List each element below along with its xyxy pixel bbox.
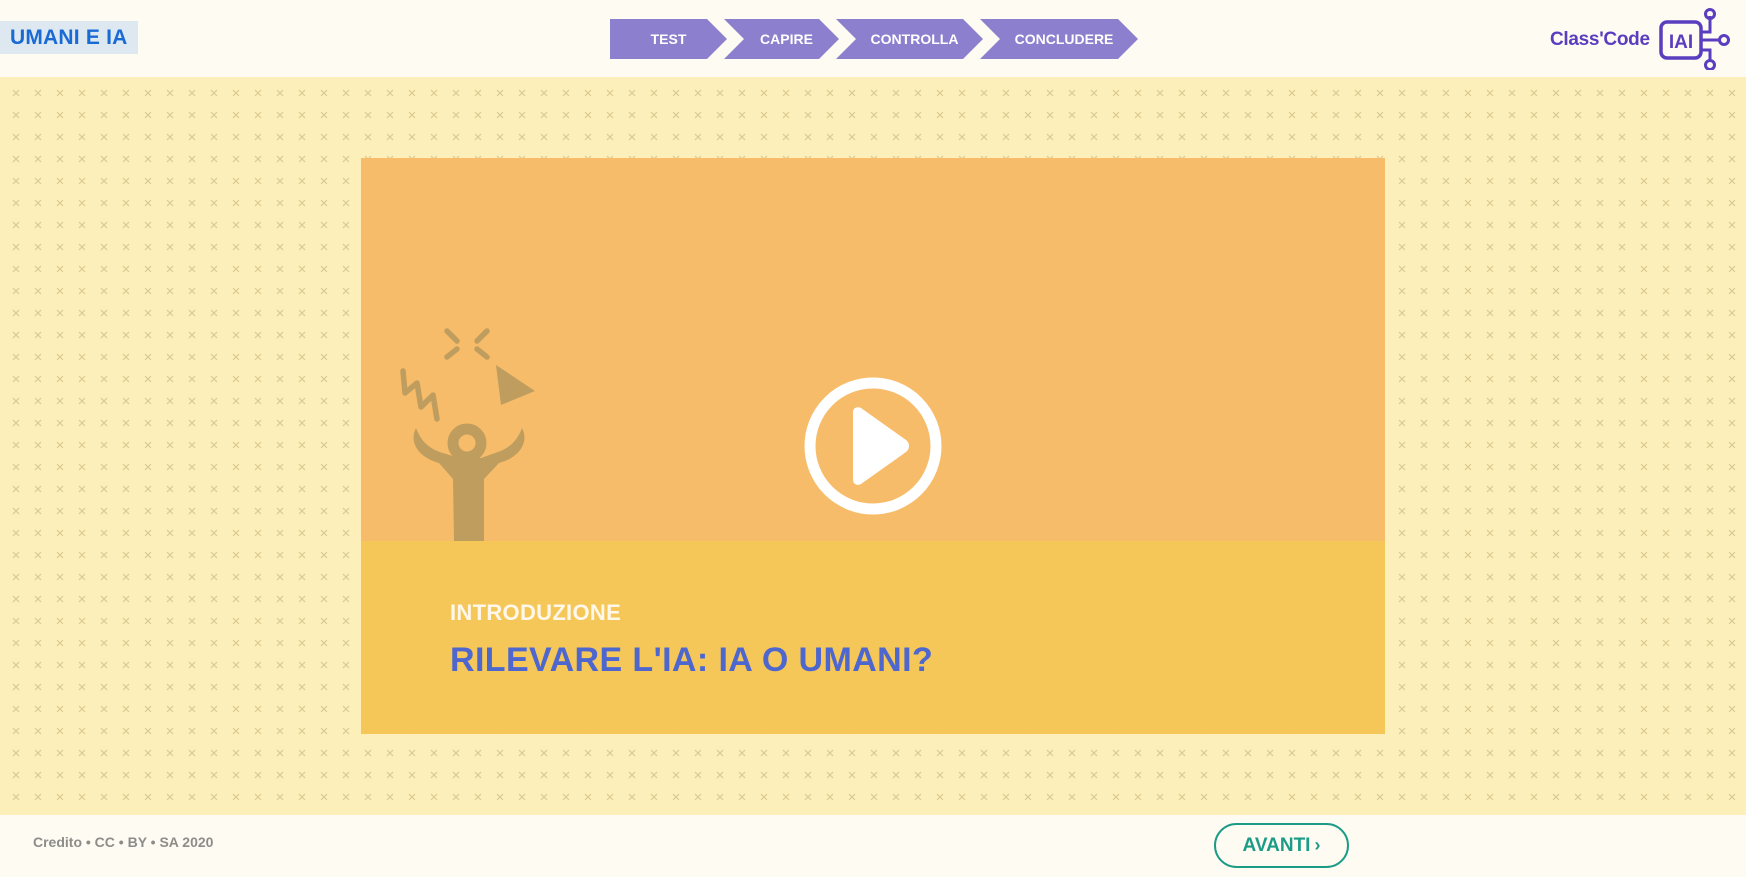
step-capire[interactable]: CAPIRE <box>724 19 839 59</box>
circuit-logo-icon: IAI <box>1659 8 1730 70</box>
course-title[interactable]: UMANI E IA <box>0 21 138 54</box>
logo-text: Class'Code <box>1550 29 1650 50</box>
play-circle-icon[interactable] <box>803 376 943 516</box>
video-card: INTRODUZIONE RILEVARE L'IA: IA O UMANI? <box>361 158 1385 734</box>
classcode-logo[interactable]: Class'Code IAI <box>1550 8 1730 70</box>
lesson-title: RILEVARE L'IA: IA O UMANI? <box>450 641 934 679</box>
step-capire-label: CAPIRE <box>760 31 813 47</box>
step-concludere-label: CONCLUDERE <box>1014 31 1114 47</box>
logo-badge: IAI <box>1669 32 1693 53</box>
video-caption: INTRODUZIONE RILEVARE L'IA: IA O UMANI? <box>361 541 1385 734</box>
footer: Credito • CC • BY • SA 2020 AVANTI › <box>0 815 1746 877</box>
content-stage: INTRODUZIONE RILEVARE L'IA: IA O UMANI? <box>0 77 1746 815</box>
step-concludere[interactable]: CONCLUDERE <box>980 19 1138 59</box>
confused-person-icon <box>400 328 535 541</box>
page: UMANI E IA TEST CAPIRE CONTROLLA CONCLUD… <box>0 0 1746 877</box>
header: UMANI E IA TEST CAPIRE CONTROLLA CONCLUD… <box>0 0 1746 77</box>
next-button[interactable]: AVANTI › <box>1214 823 1349 868</box>
credit-text: Credito • CC • BY • SA 2020 <box>33 834 214 850</box>
step-controlla[interactable]: CONTROLLA <box>836 19 983 59</box>
section-kicker: INTRODUZIONE <box>450 600 622 625</box>
chevron-right-icon: › <box>1314 835 1321 855</box>
step-test-label: TEST <box>650 31 687 47</box>
next-button-label: AVANTI <box>1242 835 1311 856</box>
video-player[interactable] <box>361 158 1385 541</box>
step-controlla-label: CONTROLLA <box>870 31 959 47</box>
step-test[interactable]: TEST <box>610 19 727 59</box>
